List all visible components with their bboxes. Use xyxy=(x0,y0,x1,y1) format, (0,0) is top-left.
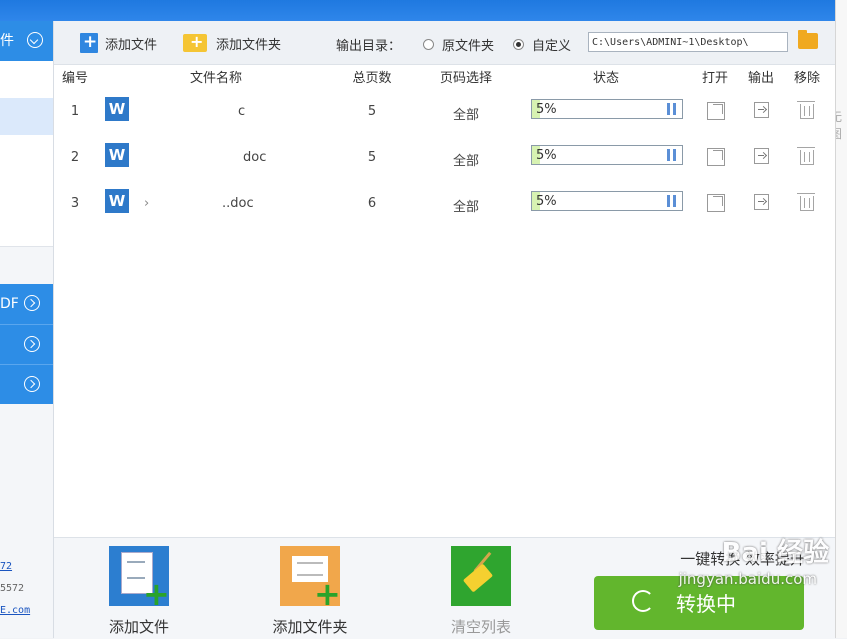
row-number: 1 xyxy=(70,104,80,119)
progress-bar: 5% xyxy=(531,191,683,211)
sidebar-category-label: DF xyxy=(0,296,19,312)
pause-icon[interactable] xyxy=(667,103,676,115)
word-icon: W xyxy=(105,97,129,121)
sidebar-category-pdf[interactable]: DF xyxy=(0,284,53,325)
col-pages: 总页数 xyxy=(352,71,392,86)
row-pages: 5 xyxy=(367,150,377,165)
clear-list-button[interactable]: 清空列表 xyxy=(431,546,531,637)
main-panel: 添加文件 添加文件夹 输出目录： 原文件夹 自定义 C:\Users\ADMIN… xyxy=(54,21,835,639)
radio-label: 自定义 xyxy=(532,39,572,54)
background-window-edge: 无图 xyxy=(835,0,847,638)
add-folder-icon xyxy=(183,32,207,52)
row-filename: doc xyxy=(243,150,267,165)
sidebar-item[interactable] xyxy=(0,172,53,210)
sidebar-category[interactable] xyxy=(0,365,53,404)
chevron-right-icon xyxy=(24,336,40,352)
add-file-label: 添加文件 xyxy=(105,37,158,53)
radio-icon xyxy=(423,39,434,50)
col-page-range: 页码选择 xyxy=(439,71,493,86)
row-number: 3 xyxy=(70,196,80,211)
add-file-large-icon: + xyxy=(109,546,170,610)
open-icon[interactable] xyxy=(707,102,725,120)
add-folder-button[interactable]: 添加文件夹 xyxy=(183,32,282,53)
col-remove: 移除 xyxy=(793,71,821,86)
sidebar-item[interactable] xyxy=(0,61,53,99)
watermark-url: jingyan.baidu.com xyxy=(678,570,817,588)
sidebar-item-active[interactable] xyxy=(0,98,53,136)
output-icon[interactable] xyxy=(754,148,769,164)
watermark-logo: Bai 经验 xyxy=(721,538,829,568)
toolbar: 添加文件 添加文件夹 输出目录： 原文件夹 自定义 C:\Users\ADMIN… xyxy=(54,21,835,65)
col-filename: 文件名称 xyxy=(189,71,243,86)
chevron-right-icon xyxy=(24,376,40,392)
radio-custom[interactable]: 自定义 xyxy=(513,35,571,54)
add-file-icon xyxy=(80,32,98,53)
progress-bar: 5% xyxy=(531,99,683,119)
progress-text: 5% xyxy=(536,148,557,163)
bottom-add-file-button[interactable]: + 添加文件 xyxy=(89,546,189,637)
row-filename-fragment: › xyxy=(144,196,150,211)
row-page-range[interactable]: 全部 xyxy=(453,104,479,123)
sidebar-category-label: 件 xyxy=(0,33,14,49)
delete-icon[interactable] xyxy=(797,193,815,211)
pause-icon[interactable] xyxy=(667,195,676,207)
col-open: 打开 xyxy=(701,71,729,86)
sidebar-category-file[interactable]: 件 xyxy=(0,21,53,61)
chevron-right-icon xyxy=(24,295,40,311)
output-dir-label: 输出目录： xyxy=(336,39,402,54)
row-number: 2 xyxy=(70,150,80,165)
col-number: 编号 xyxy=(61,71,89,86)
output-icon[interactable] xyxy=(754,102,769,118)
chevron-down-icon xyxy=(27,32,43,48)
folder-browse-icon[interactable] xyxy=(798,30,818,49)
radio-label: 原文件夹 xyxy=(442,39,495,54)
table-row[interactable]: 2 W doc 5 全部 5% xyxy=(54,139,835,179)
progress-text: 5% xyxy=(536,194,557,209)
clear-list-label: 清空列表 xyxy=(450,618,511,636)
table-header: 编号 文件名称 总页数 页码选择 状态 打开 输出 移除 xyxy=(54,64,835,86)
add-file-button[interactable]: 添加文件 xyxy=(80,32,158,53)
add-folder-large-icon: + xyxy=(280,546,341,610)
col-output: 输出 xyxy=(747,71,775,86)
background-text: 无图 xyxy=(836,108,847,142)
open-icon[interactable] xyxy=(707,194,725,212)
convert-label: 转换中 xyxy=(676,592,736,616)
progress-bar: 5% xyxy=(531,145,683,165)
row-page-range[interactable]: 全部 xyxy=(453,196,479,215)
radio-original-folder[interactable]: 原文件夹 xyxy=(423,35,494,54)
title-bar xyxy=(0,0,835,21)
spinner-icon xyxy=(632,590,654,612)
broom-icon xyxy=(451,546,511,606)
table-row[interactable]: 1 W c 5 全部 5% xyxy=(54,93,835,133)
row-page-range[interactable]: 全部 xyxy=(453,150,479,169)
sidebar-category[interactable] xyxy=(0,325,53,365)
sidebar-footer-link[interactable]: 72 xyxy=(0,561,12,572)
row-filename: ..doc xyxy=(222,196,254,211)
sidebar-footer-link[interactable]: E.com xyxy=(0,605,30,616)
sidebar-footer-text: 5572 xyxy=(0,583,25,594)
sidebar-item[interactable] xyxy=(0,135,53,173)
delete-icon[interactable] xyxy=(797,147,815,165)
output-path-field[interactable]: C:\Users\ADMINI~1\Desktop\ xyxy=(588,32,788,52)
bottom-bar: + 添加文件 + 添加文件夹 清空列表 一键转换 效率提升 转换中 xyxy=(54,537,835,639)
open-icon[interactable] xyxy=(707,148,725,166)
delete-icon[interactable] xyxy=(797,101,815,119)
bottom-add-file-label: 添加文件 xyxy=(108,618,169,636)
sidebar: 件 DF 72 5572 E.com xyxy=(0,21,54,638)
row-pages: 5 xyxy=(367,104,377,119)
add-folder-label: 添加文件夹 xyxy=(216,37,282,53)
word-icon: W xyxy=(105,189,129,213)
progress-text: 5% xyxy=(536,102,557,117)
sidebar-item[interactable] xyxy=(0,209,53,247)
radio-selected-icon xyxy=(513,39,524,50)
col-status: 状态 xyxy=(592,71,620,86)
row-pages: 6 xyxy=(367,196,377,211)
word-icon: W xyxy=(105,143,129,167)
pause-icon[interactable] xyxy=(667,149,676,161)
output-icon[interactable] xyxy=(754,194,769,210)
row-filename: c xyxy=(238,104,246,119)
table-row[interactable]: 3 W › ..doc 6 全部 5% xyxy=(54,185,835,225)
bottom-add-folder-button[interactable]: + 添加文件夹 xyxy=(260,546,360,637)
bottom-add-folder-label: 添加文件夹 xyxy=(272,618,348,636)
